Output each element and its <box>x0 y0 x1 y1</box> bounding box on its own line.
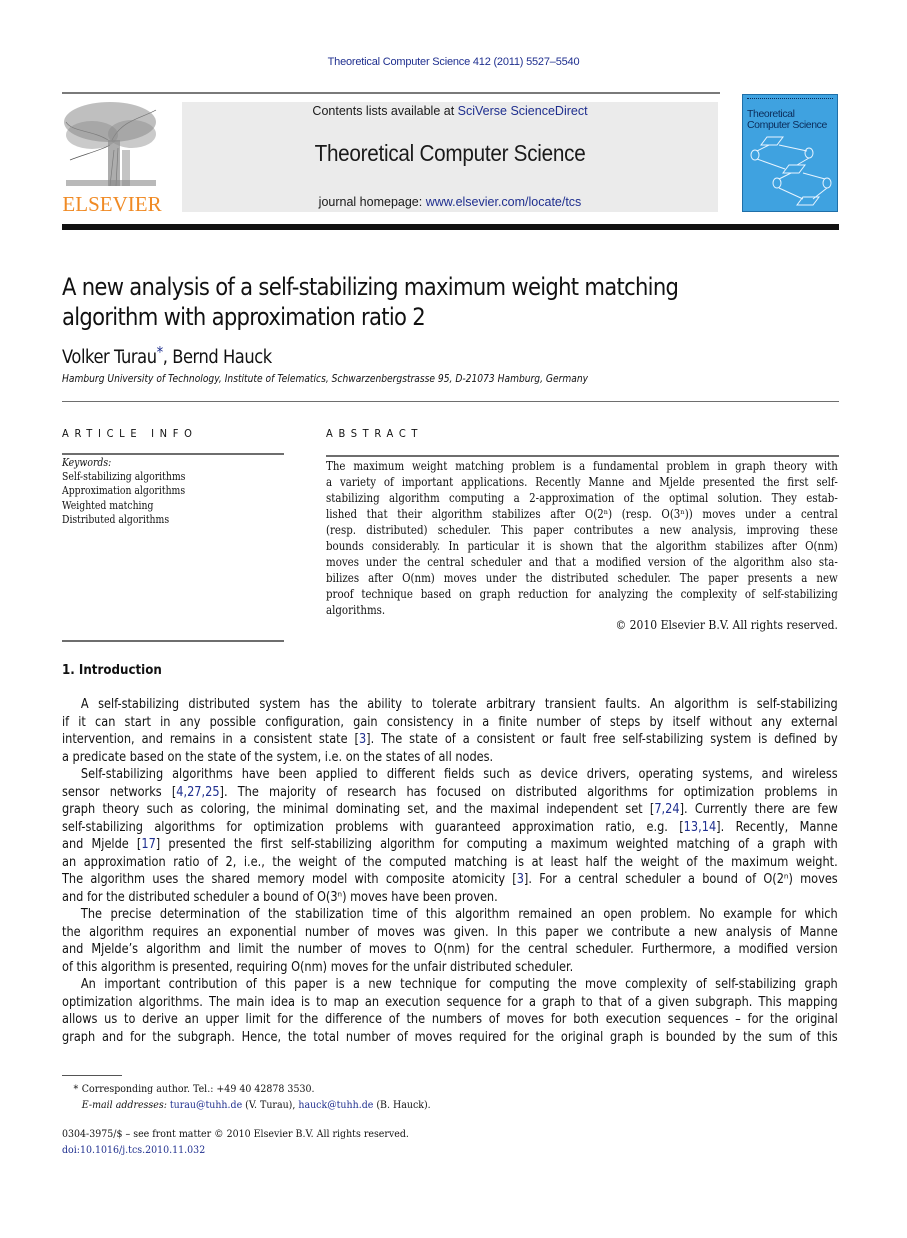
elsevier-tree-icon <box>62 100 160 188</box>
body-line: Self-stabilizing algorithms have been ap… <box>80 767 838 782</box>
abstract-line: a variety of important applications. Rec… <box>326 475 838 489</box>
cover-top-bar <box>747 98 833 101</box>
body-line: and Mjelde’s algorithm and limit the num… <box>62 942 838 957</box>
abstract-line: stabilizing algorithm computing a 2-appr… <box>326 491 838 505</box>
sciencedirect-link[interactable]: SciVerse ScienceDirect <box>458 104 588 118</box>
email-link[interactable]: hauck@tuhh.de <box>298 1099 373 1111</box>
abstract-line: bounds considerably. In particular it is… <box>326 539 838 553</box>
contents-line: Contents lists available at SciVerse Sci… <box>182 104 718 118</box>
abstract-line: The maximum weight matching problem is a… <box>326 459 838 473</box>
body-line: graph theory such as coloring, the minim… <box>62 802 838 817</box>
contents-prefix: Contents lists available at <box>312 104 458 118</box>
article-title: A new analysis of a self-stabilizing max… <box>62 273 679 331</box>
body-line: sensor networks [4,27,25]. The majority … <box>62 784 838 800</box>
citation-link[interactable]: 4,27,25 <box>176 785 219 800</box>
body-line: the algorithm requires an exponential nu… <box>62 924 838 940</box>
divider <box>62 401 839 402</box>
abstract-line: lished that their algorithm stabilizes a… <box>326 507 838 521</box>
issn-line: 0304-3975/$ – see front matter © 2010 El… <box>62 1126 409 1158</box>
divider <box>62 640 284 642</box>
abstract-line: algorithms. <box>326 603 386 617</box>
citation-link[interactable]: 13,14 <box>684 820 716 835</box>
email-link[interactable]: turau@tuhh.de <box>170 1099 242 1111</box>
citation-link[interactable]: 17 <box>141 837 155 852</box>
keywords-label: Keywords: <box>62 456 112 469</box>
citation-link[interactable]: 7,24 <box>654 802 679 817</box>
abstract-line: bilizes after O(nm) moves under the dist… <box>326 571 838 585</box>
elsevier-logo: ELSEVIER <box>62 100 162 216</box>
keywords-list: Keywords: Self-stabilizing algorithms Ap… <box>62 456 185 527</box>
keyword-item: Self-stabilizing algorithms <box>62 470 186 484</box>
body-line: and Mjelde [17] presented the first self… <box>62 837 838 852</box>
body-line: a predicate based on the state of the sy… <box>62 749 494 765</box>
footnote-emails: E-mail addresses: turau@tuhh.de (V. Tura… <box>81 1099 431 1111</box>
introduction-body: A self-stabilizing distributed system ha… <box>62 696 838 1046</box>
doi-link[interactable]: doi:10.1016/j.tcs.2010.11.032 <box>62 1144 205 1156</box>
article-info-heading: ARTICLE INFO <box>62 427 198 440</box>
body-line: The precise determination of the stabili… <box>80 907 838 922</box>
body-line: optimization algorithms. The main idea i… <box>62 994 838 1010</box>
journal-cover-image: Theoretical Computer Science <box>742 94 838 212</box>
author-name: Volker Turau <box>62 347 157 368</box>
body-line: and for the distributed scheduler a boun… <box>62 889 498 905</box>
section-heading-introduction: 1. Introduction <box>62 662 162 678</box>
abstract-line: moves under the central scheduler and th… <box>326 555 838 569</box>
body-line: if it can start in any possible configur… <box>62 714 838 730</box>
footnote-corresponding: * Corresponding author. Tel.: +49 40 4287… <box>73 1083 315 1095</box>
body-line: self-stabilizing algorithms for optimiza… <box>62 819 838 835</box>
divider <box>62 453 284 455</box>
front-matter-note: 0304-3975/$ – see front matter © 2010 El… <box>62 1128 409 1140</box>
footnotes: * Corresponding author. Tel.: +49 40 4287… <box>62 1081 431 1113</box>
header-bottom-rule <box>62 224 839 230</box>
body-line: The algorithm uses the shared memory mod… <box>62 872 838 887</box>
abstract-text: The maximum weight matching problem is a… <box>326 458 838 618</box>
journal-reference[interactable]: Theoretical Computer Science 412 (2011) … <box>0 56 907 68</box>
author-list: Volker Turau*, Bernd Hauck <box>62 343 272 368</box>
homepage-prefix: journal homepage: <box>318 195 426 209</box>
keyword-item: Weighted matching <box>62 498 154 512</box>
citation-link[interactable]: 3 <box>517 872 524 887</box>
abstract-line: proof technique based on graph reduction… <box>326 587 838 601</box>
body-line: of this algorithm is presented, requirin… <box>62 959 574 975</box>
affiliation: Hamburg University of Technology, Instit… <box>62 372 589 385</box>
abstract-heading: ABSTRACT <box>326 427 424 440</box>
journal-homepage-line: journal homepage: www.elsevier.com/locat… <box>182 195 718 209</box>
body-line: An important contribution of this paper … <box>80 977 838 992</box>
abstract-line: (resp. distributed) scheduler. This pape… <box>326 523 838 537</box>
body-line: graph and for the subgraph. Hence, the t… <box>62 1029 838 1045</box>
body-line: an approximation ratio of 2, i.e., the w… <box>62 854 838 870</box>
author-name: Bernd Hauck <box>172 347 272 368</box>
journal-homepage-link[interactable]: www.elsevier.com/locate/tcs <box>426 195 582 209</box>
body-line: intervention, and remains in a consisten… <box>62 732 838 747</box>
elsevier-wordmark: ELSEVIER <box>62 192 162 216</box>
footnote-rule <box>62 1075 122 1076</box>
body-line: A self-stabilizing distributed system ha… <box>80 697 838 712</box>
cover-graph-icon <box>750 136 832 206</box>
keyword-item: Distributed algorithms <box>62 512 170 526</box>
cover-title: Theoretical Computer Science <box>747 108 827 131</box>
header-top-rule <box>62 92 720 94</box>
copyright-notice: © 2010 Elsevier B.V. All rights reserved… <box>615 618 838 632</box>
keyword-item: Approximation algorithms <box>62 484 186 498</box>
citation-link[interactable]: 3 <box>359 732 366 747</box>
body-line: allows us to derive an upper limit for t… <box>62 1012 838 1027</box>
journal-title: Theoretical Computer Science <box>314 140 586 166</box>
divider <box>326 455 839 457</box>
